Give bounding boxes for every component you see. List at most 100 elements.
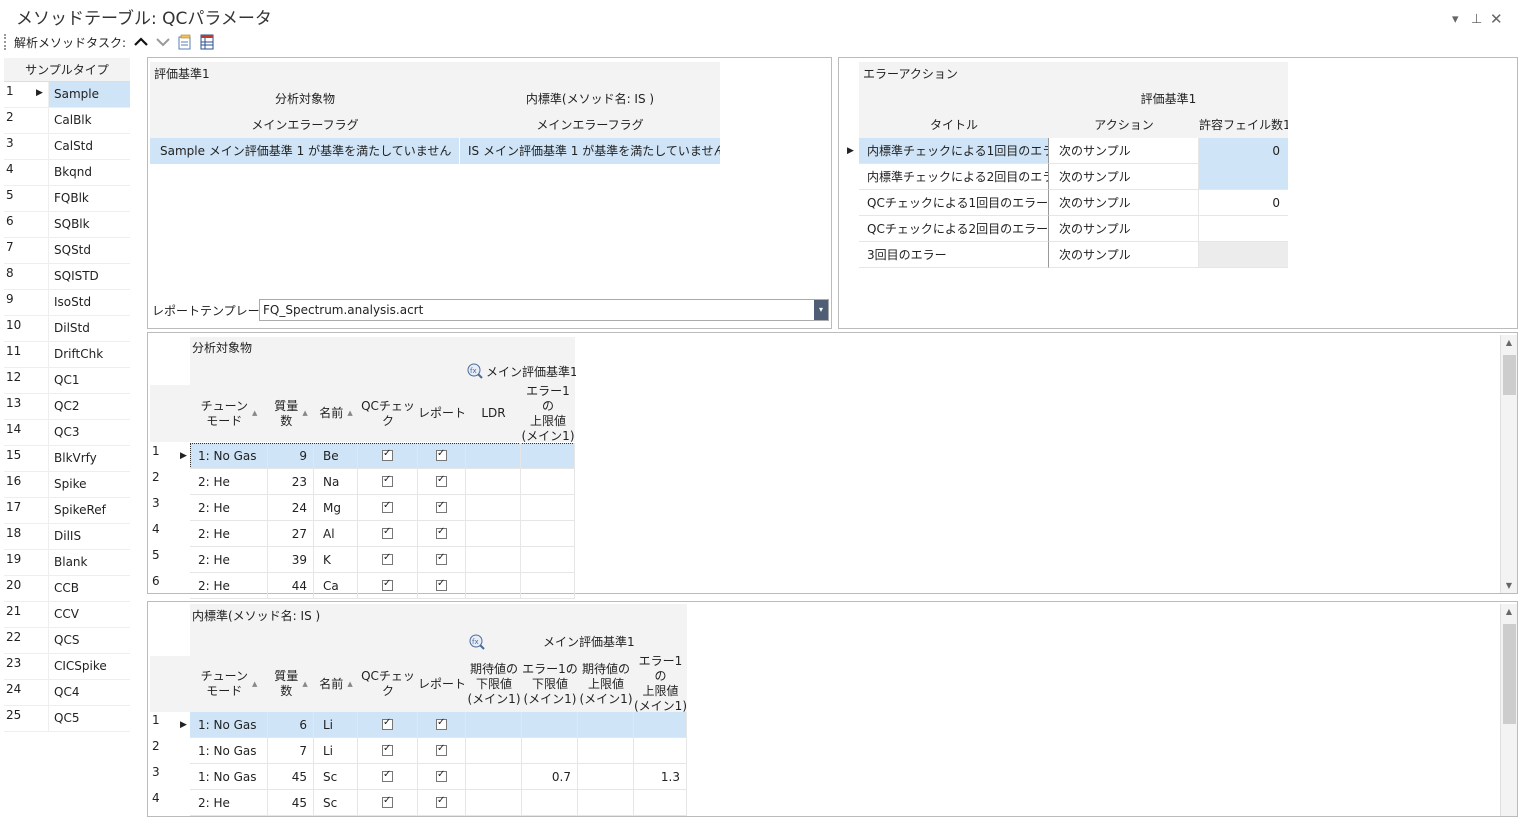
sample-type-row[interactable]: 7 SQStd	[4, 238, 130, 264]
sample-type-row[interactable]: 10 DilStd	[4, 316, 130, 342]
sample-type-row[interactable]: 23 CICSpike	[4, 654, 130, 680]
sample-type-label[interactable]: Bkqnd	[48, 160, 130, 185]
name-cell[interactable]: Li	[314, 712, 358, 738]
exp-upper-cell[interactable]	[578, 712, 634, 738]
qc-check-checkbox[interactable]	[382, 526, 393, 539]
mass-cell[interactable]: 44	[268, 573, 314, 599]
report-checkbox[interactable]	[436, 769, 447, 782]
err-upper-cell[interactable]	[634, 738, 687, 764]
ldr-cell[interactable]	[466, 495, 521, 521]
err-lower-cell[interactable]	[522, 712, 578, 738]
sample-type-row[interactable]: 25 QC5	[4, 706, 130, 732]
error-title-cell[interactable]: 内標準チェックによる1回目のエラー	[859, 138, 1049, 164]
dropdown-icon[interactable]: ▾	[1452, 12, 1459, 27]
sample-type-label[interactable]: DilIS	[48, 524, 130, 549]
name-cell[interactable]: K	[314, 547, 358, 573]
err-upper-cell[interactable]	[521, 495, 575, 521]
pin-icon[interactable]: ⊥	[1471, 12, 1482, 27]
exp-lower-cell[interactable]	[466, 712, 522, 738]
sample-type-row[interactable]: 13 QC2	[4, 394, 130, 420]
error-action-cell[interactable]: 次のサンプル	[1049, 242, 1199, 268]
err-upper-cell[interactable]: 1.3	[634, 764, 687, 790]
istd-scrollbar[interactable]: ▲	[1500, 604, 1517, 816]
sample-type-label[interactable]: FQBlk	[48, 186, 130, 211]
report-checkbox[interactable]	[436, 474, 447, 487]
tune-mode-cell[interactable]: 1: No Gas	[190, 764, 268, 790]
exp-lower-cell[interactable]	[466, 764, 522, 790]
col-qc-check[interactable]: QCチェック	[358, 385, 418, 442]
error-action-cell[interactable]: 次のサンプル	[1049, 138, 1199, 164]
col-report[interactable]: レポート	[418, 385, 466, 442]
sample-type-label[interactable]: QC5	[48, 706, 130, 731]
sample-type-row[interactable]: 17 SpikeRef	[4, 498, 130, 524]
toolbar-grip[interactable]	[4, 34, 10, 50]
formula-icon[interactable]: fx	[468, 633, 486, 651]
sample-type-label[interactable]: QC3	[48, 420, 130, 445]
qc-check-checkbox[interactable]	[382, 717, 393, 730]
exp-upper-cell[interactable]	[578, 764, 634, 790]
sample-type-label[interactable]: SQBlk	[48, 212, 130, 237]
sample-type-row[interactable]: 18 DilIS	[4, 524, 130, 550]
err-upper-cell[interactable]	[521, 573, 575, 599]
mass-cell[interactable]: 9	[268, 443, 314, 469]
tune-mode-cell[interactable]: 1: No Gas	[190, 738, 268, 764]
error-action-cell[interactable]: 次のサンプル	[1049, 190, 1199, 216]
col-err-upper[interactable]: エラー1の 上限値 (メイン1)	[521, 385, 575, 442]
tune-mode-cell[interactable]: 2: He	[190, 521, 268, 547]
dropdown-arrow-icon[interactable]: ▾	[814, 300, 828, 320]
col-err-lower[interactable]: エラー1の 下限値 (メイン1)	[522, 656, 578, 712]
table-icon[interactable]	[196, 33, 218, 51]
report-checkbox[interactable]	[436, 578, 447, 591]
sample-type-label[interactable]: CCB	[48, 576, 130, 601]
sample-type-row[interactable]: 5 FQBlk	[4, 186, 130, 212]
name-cell[interactable]: Na	[314, 469, 358, 495]
report-checkbox[interactable]	[436, 717, 447, 730]
formula-icon[interactable]: fx	[466, 362, 484, 380]
err-lower-cell[interactable]	[522, 790, 578, 816]
error-fail-count-cell[interactable]: 0	[1199, 190, 1288, 216]
close-icon[interactable]: ✕	[1490, 10, 1503, 28]
name-cell[interactable]: Ca	[314, 573, 358, 599]
qc-check-checkbox[interactable]	[382, 578, 393, 591]
error-title-cell[interactable]: 内標準チェックによる2回目のエラー	[859, 164, 1049, 190]
sample-type-row[interactable]: 1 ▶ Sample	[4, 82, 130, 108]
error-title-cell[interactable]: 3回目のエラー	[859, 242, 1049, 268]
report-checkbox[interactable]	[436, 552, 447, 565]
ldr-cell[interactable]	[466, 469, 521, 495]
sample-type-row[interactable]: 19 Blank	[4, 550, 130, 576]
report-checkbox[interactable]	[436, 743, 447, 756]
sample-type-row[interactable]: 8 SQISTD	[4, 264, 130, 290]
col-mass[interactable]: 質量 数 ▲	[268, 385, 314, 442]
name-cell[interactable]: Sc	[314, 764, 358, 790]
document-icon[interactable]	[174, 33, 196, 51]
sample-type-row[interactable]: 3 CalStd	[4, 134, 130, 160]
mass-cell[interactable]: 45	[268, 790, 314, 816]
col-exp-lower[interactable]: 期待値の 下限値 (メイン1)	[466, 656, 522, 712]
sample-type-label[interactable]: QC4	[48, 680, 130, 705]
col-report[interactable]: レポート	[418, 656, 466, 712]
sample-type-row[interactable]: 12 QC1	[4, 368, 130, 394]
mass-cell[interactable]: 45	[268, 764, 314, 790]
report-template-select[interactable]: FQ_Spectrum.analysis.acrt ▾	[259, 299, 829, 321]
col-qc-check[interactable]: QCチェック	[358, 656, 418, 712]
sample-type-label[interactable]: CalStd	[48, 134, 130, 159]
qc-check-checkbox[interactable]	[382, 743, 393, 756]
sample-type-row[interactable]: 20 CCB	[4, 576, 130, 602]
sample-type-row[interactable]: 11 DriftChk	[4, 342, 130, 368]
err-upper-cell[interactable]	[521, 469, 575, 495]
err-lower-cell[interactable]: 0.7	[522, 764, 578, 790]
qc-check-checkbox[interactable]	[382, 500, 393, 513]
error-fail-count-cell[interactable]: 0	[1199, 138, 1288, 164]
col-exp-upper[interactable]: 期待値の 上限値 (メイン1)	[578, 656, 634, 712]
sample-type-label[interactable]: CCV	[48, 602, 130, 627]
err-upper-cell[interactable]	[634, 712, 687, 738]
tune-mode-cell[interactable]: 2: He	[190, 469, 268, 495]
sample-type-label[interactable]: QC2	[48, 394, 130, 419]
error-fail-count-cell[interactable]	[1199, 164, 1288, 190]
ldr-cell[interactable]	[466, 573, 521, 599]
col-err-upper[interactable]: エラー1の 上限値 (メイン1)	[634, 656, 687, 712]
name-cell[interactable]: Be	[314, 443, 358, 469]
err-upper-cell[interactable]	[521, 443, 575, 469]
sample-type-label[interactable]: CalBlk	[48, 108, 130, 133]
error-action-cell[interactable]: 次のサンプル	[1049, 164, 1199, 190]
